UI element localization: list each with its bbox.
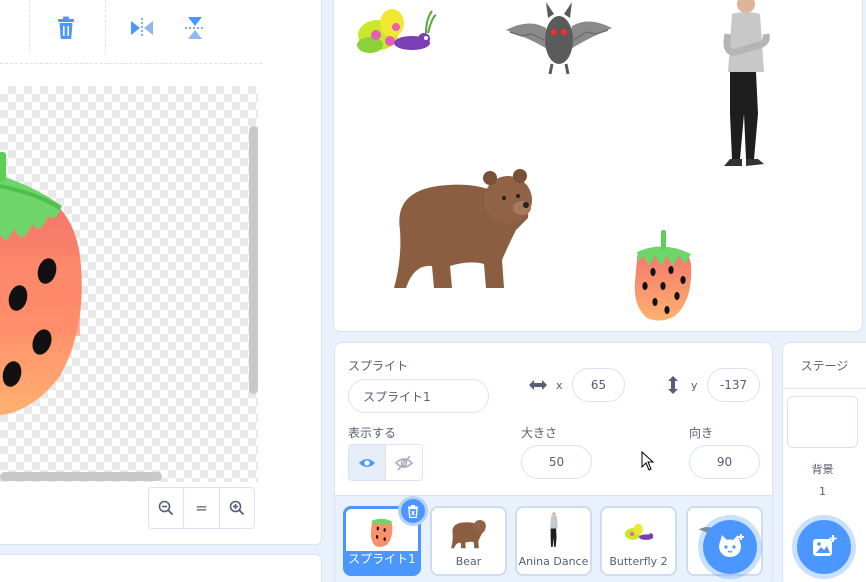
flip-horizontal-icon [131,18,153,38]
choose-sprite-button[interactable] [703,520,757,574]
mouse-cursor-icon [641,451,655,471]
sprite-name-input[interactable]: スプライト1 [348,379,489,413]
flip-horizontal-button[interactable] [127,12,157,44]
stage-thumbnail[interactable] [787,396,858,448]
bear-sprite [394,169,532,288]
sprite-tile-label: Bear [455,555,482,568]
zoom-in-button[interactable] [220,488,254,528]
zoom-out-button[interactable] [149,488,185,528]
bottom-panel [0,554,322,582]
vertical-arrows-icon [668,376,678,394]
eye-slash-icon [395,454,413,471]
delete-button[interactable] [50,12,82,44]
sprite-name-label: スプライト [348,359,409,373]
y-label: y [691,379,698,392]
vertical-scrollbar[interactable] [249,126,258,394]
show-label: 表示する [348,426,397,440]
bear-thumbnail [450,520,486,549]
direction-label: 向き [689,426,714,440]
backdrops-label: 背景 [811,463,834,476]
size-input[interactable]: 50 [521,445,592,479]
cat-add-icon [719,534,744,557]
visibility-toggle [348,444,423,481]
strawberry-costume [0,152,82,416]
zoom-reset-button[interactable]: = [184,488,220,528]
backdrops-count: 1 [819,485,826,498]
direction-input[interactable]: 90 [689,445,760,479]
toolbar-divider [29,0,30,52]
toolbar-bottom-divider [0,63,262,64]
sprite-tile-butterfly-2[interactable]: Butterfly 2 [600,506,677,576]
butterfly-thumbnail [624,523,653,540]
choose-backdrop-button[interactable] [797,520,851,574]
eye-icon [359,458,375,467]
toolbar-divider [105,0,106,52]
sprite-tile-label: スプライト1 [348,552,416,566]
stage-canvas[interactable] [333,0,863,332]
hide-button[interactable] [385,445,422,480]
sprite-tile-anina-dance[interactable]: Anina Dance [515,506,592,576]
y-position-input[interactable]: -137 [707,368,760,402]
image-add-icon [813,535,837,556]
horizontal-scrollbar[interactable] [0,472,162,481]
x-position-input[interactable]: 65 [572,368,625,402]
paint-canvas[interactable] [0,86,258,482]
sprite-tile-bear[interactable]: Bear [430,506,507,576]
strawberry-thumbnail [370,518,393,547]
flip-vertical-button[interactable] [180,12,210,44]
bat-sprite [506,2,612,75]
flip-vertical-icon [185,17,205,39]
dancer-sprite [723,0,770,166]
zoom-in-icon [229,500,244,516]
dancer-thumbnail [549,512,558,547]
sprite-tile-label: Butterfly 2 [609,555,668,568]
delete-sprite-button[interactable] [398,496,428,526]
strawberry-sprite [634,230,692,321]
butterfly-sprite [357,9,437,53]
zoom-controls: = [148,487,255,529]
trash-icon [408,504,418,518]
trash-icon [58,16,74,39]
sprite-tile-label: Anina Dance [518,555,589,568]
horizontal-arrows-icon [529,380,547,390]
show-button[interactable] [349,445,385,480]
size-label: 大きさ [521,426,558,440]
stage-pane-title: ステージ [783,343,866,389]
x-label: x [556,379,563,392]
zoom-out-icon [158,500,174,516]
paint-editor: = [0,0,322,545]
